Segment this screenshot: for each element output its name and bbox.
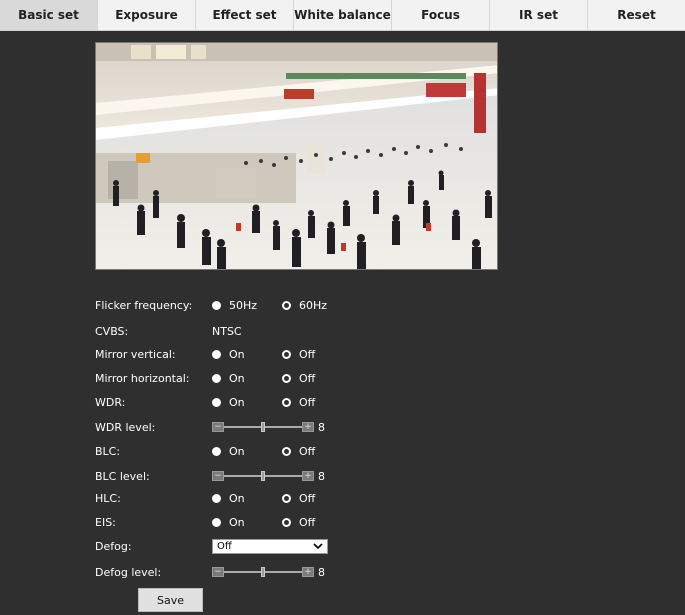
- tab-bar: Basic set Exposure Effect set White bala…: [0, 0, 685, 31]
- plus-icon[interactable]: +: [302, 567, 314, 577]
- radio-selected-icon[interactable]: [212, 493, 221, 503]
- blc-level-value: 8: [318, 469, 325, 483]
- radio-selected-icon[interactable]: [212, 446, 221, 456]
- slider-thumb[interactable]: [261, 471, 265, 481]
- mirror-vertical-label: Mirror vertical:: [95, 347, 176, 361]
- cvbs-label: CVBS:: [95, 324, 129, 338]
- hlc-on-option[interactable]: On: [212, 492, 282, 505]
- slider-track[interactable]: [224, 567, 302, 577]
- minus-icon[interactable]: −: [212, 471, 224, 481]
- tab-reset[interactable]: Reset: [588, 0, 685, 30]
- cvbs-value: NTSC: [212, 324, 242, 338]
- mirror-horizontal-label: Mirror horizontal:: [95, 371, 190, 385]
- flicker-50hz-option[interactable]: 50Hz: [212, 299, 282, 312]
- radio-unselected-icon[interactable]: [282, 517, 291, 527]
- flicker-label: Flicker frequency:: [95, 298, 193, 312]
- radio-unselected-icon[interactable]: [282, 493, 291, 503]
- plus-icon[interactable]: +: [302, 471, 314, 481]
- blc-off-option[interactable]: Off: [282, 445, 352, 458]
- wdr-off-option[interactable]: Off: [282, 396, 352, 409]
- tab-white-balance[interactable]: White balance: [294, 0, 392, 30]
- slider-thumb[interactable]: [261, 422, 265, 432]
- hlc-label: HLC:: [95, 491, 121, 505]
- defog-level-slider[interactable]: − + 8: [212, 566, 325, 579]
- tab-focus[interactable]: Focus: [392, 0, 490, 30]
- minus-icon[interactable]: −: [212, 422, 224, 432]
- radio-selected-icon[interactable]: [212, 349, 221, 359]
- radio-selected-icon[interactable]: [212, 397, 221, 407]
- wdr-level-value: 8: [318, 420, 325, 434]
- blc-level-slider[interactable]: − + 8: [212, 470, 325, 483]
- blc-label: BLC:: [95, 444, 121, 458]
- wdr-level-slider[interactable]: − + 8: [212, 421, 325, 434]
- defog-level-label: Defog level:: [95, 565, 162, 579]
- radio-unselected-icon[interactable]: [282, 397, 291, 407]
- flicker-60hz-option[interactable]: 60Hz: [282, 299, 352, 312]
- mirror-vertical-on-option[interactable]: On: [212, 348, 282, 361]
- defog-label: Defog:: [95, 539, 132, 553]
- minus-icon[interactable]: −: [212, 567, 224, 577]
- mirror-horizontal-off-option[interactable]: Off: [282, 372, 352, 385]
- radio-selected-icon[interactable]: [212, 300, 221, 310]
- video-preview: [95, 42, 498, 270]
- tab-exposure[interactable]: Exposure: [98, 0, 196, 30]
- plus-icon[interactable]: +: [302, 422, 314, 432]
- hlc-off-option[interactable]: Off: [282, 492, 352, 505]
- mirror-vertical-off-option[interactable]: Off: [282, 348, 352, 361]
- blc-level-label: BLC level:: [95, 469, 150, 483]
- camera-scene-image: [96, 43, 497, 269]
- wdr-label: WDR:: [95, 395, 126, 409]
- chevron-down-icon: [313, 542, 323, 549]
- wdr-level-label: WDR level:: [95, 420, 156, 434]
- tab-basic-set[interactable]: Basic set: [0, 0, 98, 30]
- slider-thumb[interactable]: [261, 567, 265, 577]
- tab-ir-set[interactable]: IR set: [490, 0, 588, 30]
- radio-selected-icon[interactable]: [212, 517, 221, 527]
- radio-unselected-icon[interactable]: [282, 349, 291, 359]
- blc-on-option[interactable]: On: [212, 445, 282, 458]
- wdr-on-option[interactable]: On: [212, 396, 282, 409]
- eis-on-option[interactable]: On: [212, 516, 282, 529]
- eis-off-option[interactable]: Off: [282, 516, 352, 529]
- radio-selected-icon[interactable]: [212, 373, 221, 383]
- defog-level-value: 8: [318, 565, 325, 579]
- defog-select[interactable]: Off: [212, 538, 328, 554]
- slider-track[interactable]: [224, 471, 302, 481]
- radio-unselected-icon[interactable]: [282, 300, 291, 310]
- tab-effect-set[interactable]: Effect set: [196, 0, 294, 30]
- radio-unselected-icon[interactable]: [282, 446, 291, 456]
- mirror-horizontal-on-option[interactable]: On: [212, 372, 282, 385]
- save-button[interactable]: Save: [138, 588, 203, 612]
- radio-unselected-icon[interactable]: [282, 373, 291, 383]
- eis-label: EIS:: [95, 515, 116, 529]
- slider-track[interactable]: [224, 422, 302, 432]
- defog-select-value: Off: [217, 540, 232, 552]
